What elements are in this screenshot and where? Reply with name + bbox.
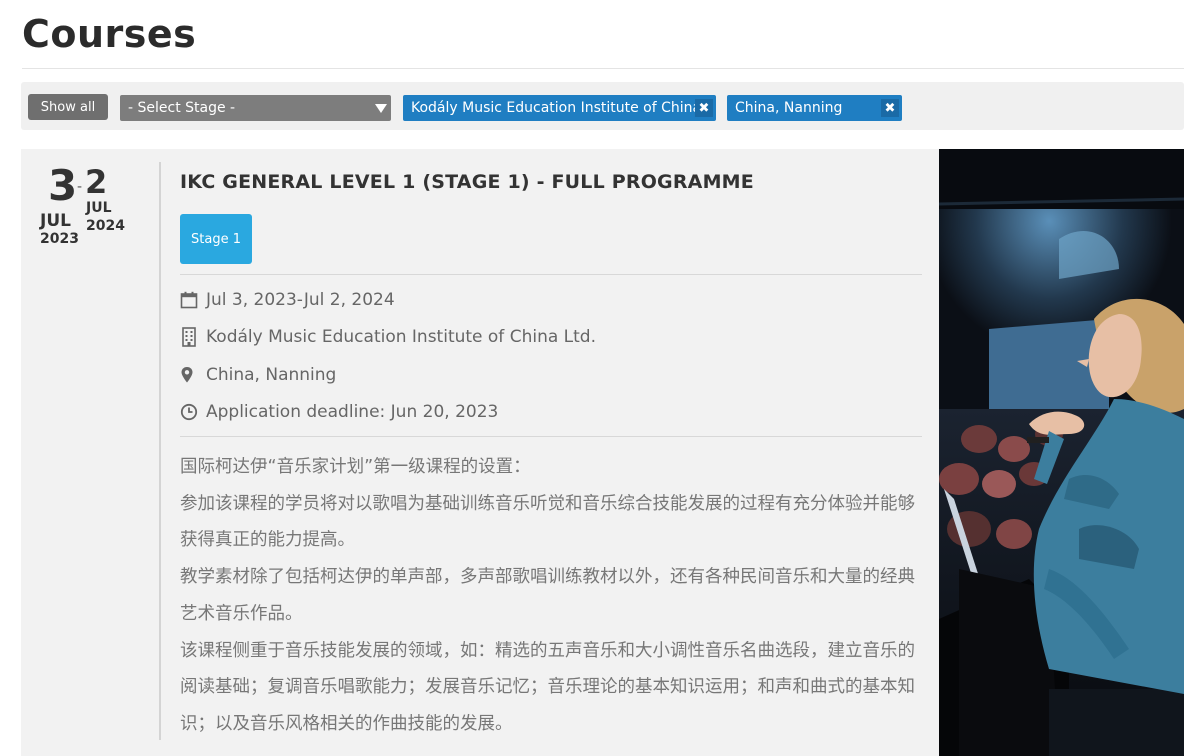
date-block: 3 - 2 JUL 2023 JUL 2024 xyxy=(21,149,161,749)
clock-icon xyxy=(180,402,206,422)
description-paragraph: 国际柯达伊“音乐家计划”第一级课程的设置： xyxy=(180,457,531,477)
course-title[interactable]: IKC GENERAL LEVEL 1 (STAGE 1) - FULL PRO… xyxy=(180,171,754,193)
description-paragraph: 教学素材除了包括柯达伊的单声部，多声部歌唱训练教材以外，还有各种民间音乐和大量的… xyxy=(180,567,915,624)
course-institute-text: Kodály Music Education Institute of Chin… xyxy=(206,327,596,347)
filter-chip-location: China, Nanning ✖ xyxy=(727,95,902,121)
stage-select-value: - Select Stage - xyxy=(128,100,236,116)
course-institute: Kodály Music Education Institute of Chin… xyxy=(180,325,596,349)
vertical-divider xyxy=(159,162,161,740)
caret-down-icon xyxy=(375,104,387,113)
show-all-button[interactable]: Show all xyxy=(28,94,108,120)
remove-icon[interactable]: ✖ xyxy=(881,99,899,117)
filter-chip-label: China, Nanning xyxy=(735,100,843,116)
start-month: JUL xyxy=(40,211,71,231)
map-marker-icon xyxy=(180,365,206,385)
end-month: JUL xyxy=(86,200,112,216)
title-divider xyxy=(22,68,1184,69)
filter-chip-label: Kodály Music Education Institute of Chin… xyxy=(411,100,699,116)
page-title: Courses xyxy=(22,12,197,56)
description-paragraph: 参加该课程的学员将对以歌唱为基础训练音乐听觉和音乐综合技能发展的过程有充分体验并… xyxy=(180,493,915,551)
calendar-icon xyxy=(180,290,206,310)
course-dates: Jul 3, 2023-Jul 2, 2024 xyxy=(180,288,395,312)
course-content: IKC GENERAL LEVEL 1 (STAGE 1) - FULL PRO… xyxy=(180,149,922,756)
stage-select[interactable]: - Select Stage - xyxy=(120,95,391,121)
course-dates-text: Jul 3, 2023-Jul 2, 2024 xyxy=(206,290,395,310)
start-year: 2023 xyxy=(40,231,79,247)
divider xyxy=(180,274,922,275)
course-location-text: China, Nanning xyxy=(206,365,337,385)
course-photo[interactable] xyxy=(939,149,1184,756)
start-day: 3 xyxy=(48,161,78,210)
filter-bar: Show all - Select Stage - Kodály Music E… xyxy=(21,82,1184,130)
course-description: 国际柯达伊“音乐家计划”第一级课程的设置： 参加该课程的学员将对以歌唱为基础训练… xyxy=(180,449,922,743)
course-card: 3 - 2 JUL 2023 JUL 2024 IKC GENERAL LEVE… xyxy=(21,149,1184,756)
description-paragraph: 该课程侧重于音乐技能发展的领域，如：精选的五声音乐和大小调性音乐名曲选段，建立音… xyxy=(180,640,915,734)
course-location: China, Nanning xyxy=(180,363,336,387)
date-separator: - xyxy=(77,179,83,195)
filter-chip-institute: Kodály Music Education Institute of Chin… xyxy=(403,95,716,121)
application-deadline: Application deadline: Jun 20, 2023 xyxy=(180,400,498,424)
end-year: 2024 xyxy=(86,218,125,234)
stage-badge[interactable]: Stage 1 xyxy=(180,214,252,264)
divider xyxy=(180,436,922,437)
end-day: 2 xyxy=(85,163,108,201)
conductor-photo-illustration xyxy=(939,149,1184,756)
building-icon xyxy=(180,327,206,347)
application-deadline-text: Application deadline: Jun 20, 2023 xyxy=(206,402,499,422)
remove-icon[interactable]: ✖ xyxy=(695,99,713,117)
